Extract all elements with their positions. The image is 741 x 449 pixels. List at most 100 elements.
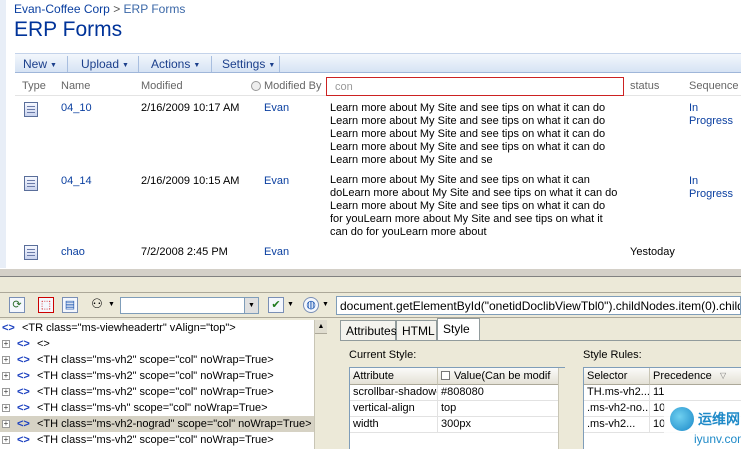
- expand-icon[interactable]: +: [2, 404, 10, 412]
- toolbar-divider: [211, 56, 212, 72]
- dom-node-text: <TH class="ms-vh2" scope="col" noWrap=Tr…: [37, 434, 274, 446]
- filter-input[interactable]: con: [326, 77, 624, 96]
- dom-node-text: <TH class="ms-vh2" scope="col" noWrap=Tr…: [37, 370, 274, 382]
- dom-tree-node[interactable]: + <> <TH class="ms-vh2" scope="col" noWr…: [0, 432, 325, 448]
- column-status[interactable]: status: [630, 80, 659, 92]
- dom-tree-node[interactable]: + <> <>: [0, 336, 325, 352]
- item-status: Yestoday: [630, 246, 675, 258]
- dom-tree-pane: <> <TR class="ms-viewheadertr" vAlign="t…: [0, 320, 326, 449]
- grid-cell[interactable]: 11: [650, 385, 741, 401]
- toolbar-divider: [279, 56, 280, 72]
- item-modified: 2/16/2009 10:17 AM: [141, 102, 240, 114]
- outline-icon[interactable]: ▤: [62, 297, 78, 313]
- chevron-down-icon[interactable]: ▼: [322, 301, 329, 308]
- element-node-icon: <>: [17, 434, 30, 446]
- chevron-down-icon: ▼: [50, 62, 57, 69]
- grid-cell[interactable]: #808080: [438, 385, 564, 401]
- item-modified: 7/2/2008 2:45 PM: [141, 246, 228, 258]
- dom-tree-node-selected[interactable]: + <> <TH class="ms-vh2-nograd" scope="co…: [0, 416, 325, 432]
- style-grid-scrollbar[interactable]: [558, 368, 570, 449]
- validate-check-icon[interactable]: ✔: [268, 297, 284, 313]
- item-modified-by-link[interactable]: Evan: [264, 175, 289, 187]
- expand-icon[interactable]: +: [2, 356, 10, 364]
- dom-tree-node[interactable]: + <> <TH class="ms-vh2" scope="col" noWr…: [0, 352, 325, 368]
- grid-cell[interactable]: vertical-align: [350, 401, 438, 417]
- grid-header[interactable]: Value(Can be modif: [438, 368, 564, 385]
- grid-header[interactable]: Precedence ▽: [650, 368, 741, 385]
- watermark-logo-icon: [670, 407, 694, 431]
- grid-cell[interactable]: .ms-vh2...: [584, 417, 650, 433]
- expand-icon[interactable]: +: [2, 436, 10, 444]
- tab-html[interactable]: HTML: [396, 320, 437, 340]
- chevron-down-icon[interactable]: ▼: [108, 301, 115, 308]
- find-binoculars-icon[interactable]: ⚇: [89, 297, 105, 313]
- item-name-link[interactable]: 04_14: [61, 175, 92, 187]
- chevron-down-icon[interactable]: ▼: [287, 301, 294, 308]
- filter-icon: [251, 81, 261, 91]
- tab-attributes[interactable]: Attributes: [340, 320, 397, 340]
- column-modified-by[interactable]: Modified By: [264, 80, 321, 92]
- expand-icon[interactable]: +: [2, 372, 10, 380]
- element-node-icon: <>: [17, 418, 30, 430]
- column-type[interactable]: Type: [22, 80, 46, 92]
- comment-line: Learn more about My Site and see tips on…: [330, 115, 606, 127]
- grid-header[interactable]: Selector: [584, 368, 650, 385]
- item-modified-by-link[interactable]: Evan: [264, 102, 289, 114]
- expand-icon[interactable]: +: [2, 388, 10, 396]
- breadcrumb-separator: >: [113, 2, 121, 16]
- element-node-icon: <>: [17, 386, 30, 398]
- column-sequence[interactable]: Sequence: [689, 80, 739, 92]
- chevron-down-icon[interactable]: ▼: [244, 298, 258, 313]
- globe-icon[interactable]: ◍: [303, 297, 319, 313]
- grid-cell[interactable]: scrollbar-shadow-: [350, 385, 438, 401]
- dom-tree-node[interactable]: + <> <TH class="ms-vh2" scope="col" noWr…: [0, 384, 325, 400]
- dom-node-text: <TH class="ms-vh2" scope="col" noWrap=Tr…: [37, 386, 274, 398]
- left-nav-strip: [0, 0, 6, 268]
- item-name-link[interactable]: 04_10: [61, 102, 92, 114]
- grid-cell[interactable]: width: [350, 417, 438, 433]
- upload-menu-button[interactable]: Upload ▼: [81, 57, 129, 71]
- comment-line: Learn more about My Site and see tips on…: [330, 200, 606, 212]
- item-comment: Learn more about My Site and see tips on…: [330, 174, 630, 239]
- dom-tree-node[interactable]: + <> <TH class="ms-vh2" scope="col" noWr…: [0, 368, 325, 384]
- tab-style[interactable]: Style: [437, 318, 480, 340]
- horizontal-scrollbar[interactable]: [0, 277, 741, 293]
- grid-cell[interactable]: TH.ms-vh2...: [584, 385, 650, 401]
- refresh-icon[interactable]: ⟳: [9, 297, 25, 313]
- chevron-down-icon: ▼: [122, 62, 129, 69]
- new-menu-button[interactable]: New ▼: [23, 57, 57, 71]
- dom-path-expression[interactable]: document.getElementById("onetidDoclibVie…: [336, 296, 741, 315]
- item-modified: 2/16/2009 10:15 AM: [141, 175, 240, 187]
- table-row: 04_10 2/16/2009 10:17 AM Evan Learn more…: [15, 100, 741, 170]
- current-style-grid: Attribute Value(Can be modif scrollbar-s…: [349, 367, 565, 449]
- settings-menu-button[interactable]: Settings ▼: [222, 57, 275, 71]
- breadcrumb-site-link[interactable]: Evan-Coffee Corp: [14, 2, 110, 16]
- actions-menu-button[interactable]: Actions ▼: [151, 57, 200, 71]
- item-sequence: In Progress: [689, 175, 734, 200]
- comment-line: can do for youLearn more about: [330, 226, 487, 238]
- item-name-link[interactable]: chao: [61, 246, 85, 258]
- dom-tree-node[interactable]: + <> <TH class="ms-vh" scope="col" noWra…: [0, 400, 325, 416]
- grid-cell[interactable]: top: [438, 401, 564, 417]
- column-modified[interactable]: Modified: [141, 80, 183, 92]
- element-node-icon: <>: [17, 402, 30, 414]
- watermark-url: iyunv.com: [694, 432, 741, 446]
- grid-header[interactable]: Attribute: [350, 368, 438, 385]
- scroll-up-icon[interactable]: ▲: [315, 320, 327, 334]
- dom-tree-node[interactable]: <> <TR class="ms-viewheadertr" vAlign="t…: [0, 320, 325, 336]
- infopath-form-icon: [24, 102, 38, 117]
- devtools-search-input[interactable]: ▼: [120, 297, 259, 314]
- grid-cell[interactable]: .ms-vh2-no...: [584, 401, 650, 417]
- expand-icon[interactable]: +: [2, 340, 10, 348]
- expand-icon[interactable]: +: [2, 420, 10, 428]
- tree-vertical-scrollbar[interactable]: ▲: [314, 320, 327, 449]
- breadcrumb-current: ERP Forms: [123, 2, 186, 16]
- item-comment: Learn more about My Site and see tips on…: [330, 102, 630, 167]
- grid-cell[interactable]: 300px: [438, 417, 564, 433]
- pane-splitter[interactable]: [0, 268, 741, 277]
- infopath-form-icon: [24, 245, 38, 260]
- item-modified-by-link[interactable]: Evan: [264, 246, 289, 258]
- select-element-icon[interactable]: ⬚: [38, 297, 54, 313]
- column-name[interactable]: Name: [61, 80, 90, 92]
- element-node-icon: <>: [2, 322, 15, 334]
